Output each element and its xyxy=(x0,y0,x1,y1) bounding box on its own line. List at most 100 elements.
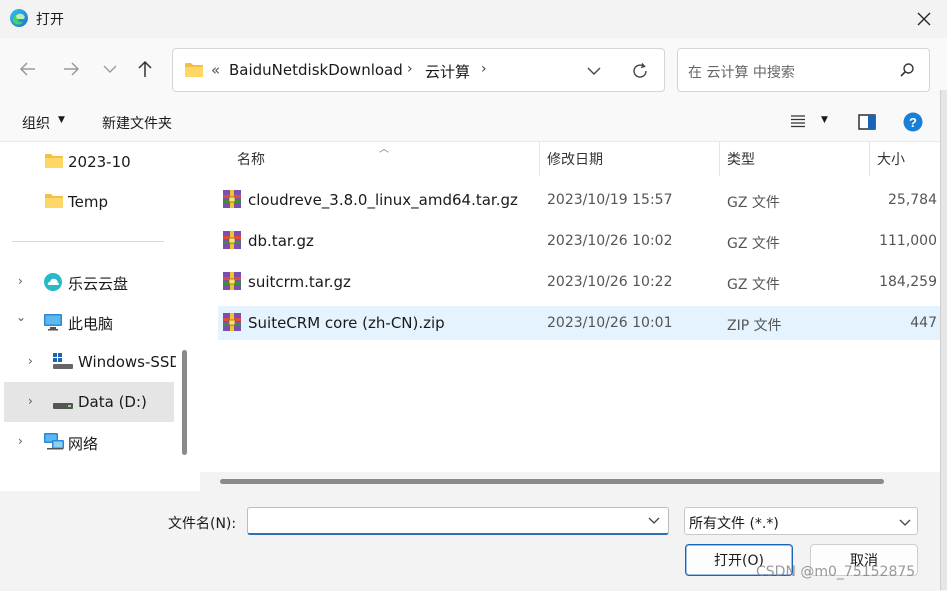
filename-label: 文件名(N): xyxy=(168,516,237,532)
file-modified: 2023/10/19 15:57 xyxy=(547,192,673,208)
breadcrumb-separator[interactable]: › xyxy=(481,61,487,77)
file-type: GZ 文件 xyxy=(727,277,780,293)
background-window-edge xyxy=(940,90,947,590)
chevron-down-icon xyxy=(103,65,117,73)
close-button[interactable] xyxy=(909,4,939,34)
file-row[interactable]: cloudreve_3.8.0_linux_amd64.tar.gz 2023/… xyxy=(218,183,947,217)
preview-pane-button[interactable] xyxy=(858,114,876,134)
filename-history-button[interactable] xyxy=(648,513,660,529)
breadcrumb-cloud-computing[interactable]: 云计算 xyxy=(425,61,470,82)
column-header-modified-label: 修改日期 xyxy=(547,152,603,168)
breadcrumb-baidunetdiskdownload[interactable]: BaiduNetdiskDownload xyxy=(229,61,403,79)
chevron-right-icon[interactable]: › xyxy=(18,274,23,288)
drive-icon xyxy=(52,398,74,414)
content-area: 2023-10 Temp › 乐云云盘 ⌄ 此电脑 › Windows-SSD … xyxy=(0,142,947,491)
filename-input[interactable] xyxy=(247,507,669,535)
file-type: GZ 文件 xyxy=(727,236,780,252)
sort-ascending-icon: ︿ xyxy=(379,144,389,155)
help-icon: ? xyxy=(903,112,923,132)
breadcrumb-separator[interactable]: › xyxy=(407,61,413,77)
sidebar-item-label: 网络 xyxy=(68,435,99,453)
help-button[interactable]: ? xyxy=(903,112,923,136)
sidebar-item-label: 乐云云盘 xyxy=(68,275,129,293)
organize-menu-button[interactable]: 组织 xyxy=(22,113,50,133)
file-row[interactable]: db.tar.gz 2023/10/26 10:02 GZ 文件 111,000 xyxy=(218,224,947,258)
address-bar[interactable]: « BaiduNetdiskDownload › 云计算 › xyxy=(172,48,665,92)
preview-pane-icon xyxy=(858,114,876,130)
back-button[interactable] xyxy=(14,54,42,84)
arrow-left-icon xyxy=(19,62,35,76)
column-header-name-label: 名称 xyxy=(237,152,265,168)
command-toolbar: 组织 ▼ 新建文件夹 ▼ ? xyxy=(0,102,947,142)
file-row[interactable]: SuiteCRM core (zh-CN).zip 2023/10/26 10:… xyxy=(218,306,947,340)
refresh-button[interactable] xyxy=(627,59,653,83)
file-name: suitcrm.tar.gz xyxy=(248,273,351,291)
sidebar-scrollbar[interactable] xyxy=(182,350,187,455)
column-divider[interactable] xyxy=(539,142,540,176)
chevron-down-icon xyxy=(899,515,911,531)
file-row[interactable]: suitcrm.tar.gz 2023/10/26 10:22 GZ 文件 18… xyxy=(218,265,947,299)
forward-button[interactable] xyxy=(57,54,85,84)
sidebar-item-temp[interactable]: Temp xyxy=(0,182,176,222)
address-dropdown-button[interactable] xyxy=(581,61,607,81)
file-type-filter[interactable]: 所有文件 (*.*) xyxy=(684,507,918,535)
sidebar-item-label: Windows-SSD xyxy=(78,353,176,371)
file-modified: 2023/10/26 10:22 xyxy=(547,274,673,290)
address-overflow-chevron[interactable]: « xyxy=(211,61,220,79)
new-folder-button[interactable]: 新建文件夹 xyxy=(102,113,172,133)
horizontal-scrollbar-thumb[interactable] xyxy=(220,479,884,484)
dialog-footer: 文件名(N): 所有文件 (*.*) 打开(O) 取消 CSDN @m0_751… xyxy=(0,491,947,591)
chevron-down-icon xyxy=(587,67,601,75)
column-header-size-label: 大小 xyxy=(877,152,905,168)
file-name: cloudreve_3.8.0_linux_amd64.tar.gz xyxy=(248,191,518,209)
arrow-up-icon xyxy=(138,60,152,77)
windows-drive-icon xyxy=(52,352,74,374)
caret-down-icon[interactable]: ▼ xyxy=(58,115,65,125)
sidebar-item-leyun-cloud[interactable]: › 乐云云盘 xyxy=(0,262,176,302)
chevron-right-icon[interactable]: › xyxy=(28,394,33,408)
sidebar-item-2023-10[interactable]: 2023-10 xyxy=(0,142,176,182)
file-name: SuiteCRM core (zh-CN).zip xyxy=(248,314,445,332)
edge-browser-icon xyxy=(9,8,29,28)
column-header-modified[interactable]: 修改日期 xyxy=(547,142,603,176)
up-button[interactable] xyxy=(131,54,159,84)
view-options-button[interactable] xyxy=(790,114,806,132)
file-name: db.tar.gz xyxy=(248,232,314,250)
file-type: ZIP 文件 xyxy=(727,318,782,334)
sidebar-item-data-drive[interactable]: › Data (D:) xyxy=(4,382,174,422)
arrow-right-icon xyxy=(64,62,80,76)
folder-icon xyxy=(44,193,64,213)
column-header-type-label: 类型 xyxy=(727,152,755,168)
search-box[interactable]: 在 云计算 中搜索 xyxy=(677,48,930,92)
list-view-icon xyxy=(791,115,805,128)
file-type-filter-value: 所有文件 (*.*) xyxy=(689,516,779,532)
caret-down-icon[interactable]: ▼ xyxy=(821,115,828,125)
column-header-type[interactable]: 类型 xyxy=(727,142,755,176)
zip-file-icon xyxy=(222,312,242,336)
sidebar-item-label: Data (D:) xyxy=(78,393,147,411)
recent-locations-button[interactable] xyxy=(96,54,124,84)
search-placeholder: 在 云计算 中搜索 xyxy=(688,65,795,81)
search-icon[interactable] xyxy=(899,62,915,82)
chevron-right-icon[interactable]: › xyxy=(18,434,23,448)
horizontal-scrollbar[interactable] xyxy=(200,472,947,491)
chevron-down-icon[interactable]: ⌄ xyxy=(16,310,26,324)
archive-file-icon xyxy=(222,189,242,213)
file-size: 111,000 xyxy=(879,233,937,249)
column-header-name[interactable]: 名称 xyxy=(237,142,265,176)
file-modified: 2023/10/26 10:02 xyxy=(547,233,673,249)
sidebar-item-label: 2023-10 xyxy=(68,153,131,171)
chevron-right-icon[interactable]: › xyxy=(28,354,33,368)
column-divider[interactable] xyxy=(719,142,720,176)
file-modified: 2023/10/26 10:01 xyxy=(547,315,673,331)
file-size: 447 xyxy=(910,315,937,331)
network-icon xyxy=(43,432,65,456)
column-header-size[interactable]: 大小 xyxy=(877,142,905,176)
sidebar-item-this-pc[interactable]: ⌄ 此电脑 xyxy=(0,302,176,342)
title-bar: 打开 xyxy=(0,0,947,38)
column-divider[interactable] xyxy=(869,142,870,176)
sidebar-item-network[interactable]: › 网络 xyxy=(0,422,176,462)
window-title: 打开 xyxy=(36,12,64,28)
sidebar-item-windows-ssd[interactable]: › Windows-SSD xyxy=(0,342,176,382)
file-list: ︿ 名称 修改日期 类型 大小 cloudreve_3.8.0_linux_am… xyxy=(200,142,947,491)
